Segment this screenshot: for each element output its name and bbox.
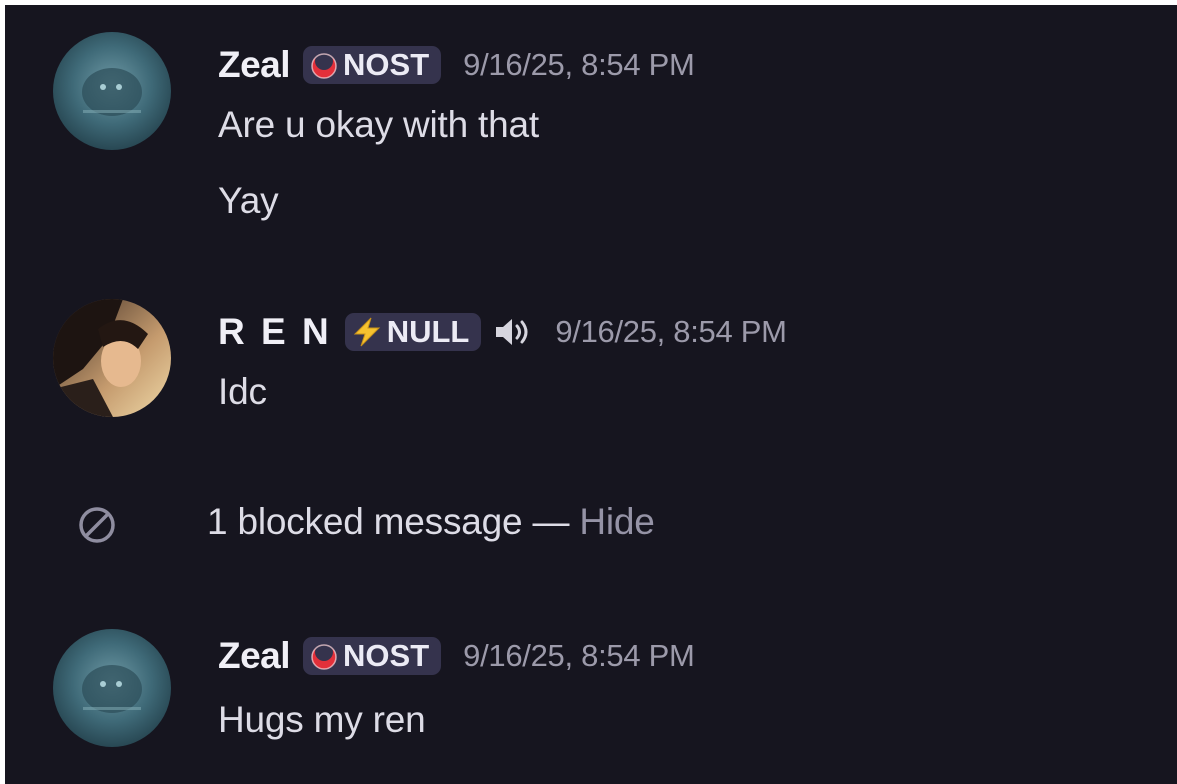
message-text: Hugs my ren: [218, 699, 426, 740]
username[interactable]: R E N: [218, 311, 332, 353]
clan-tag[interactable]: NOST: [303, 46, 442, 84]
message-text: Are u okay with that: [218, 104, 539, 145]
username[interactable]: Zeal: [218, 44, 291, 86]
hide-blocked-link[interactable]: Hide: [579, 501, 654, 542]
red-moon-emblem-icon: [309, 50, 339, 80]
timestamp: 9/16/25, 8:54 PM: [463, 638, 695, 673]
message-header: R E N NULL 9/16/25, 8:54 PM: [218, 307, 787, 357]
message-header: Zeal NOST 9/16/25, 8:54 PM: [218, 40, 695, 90]
red-moon-emblem-icon: [309, 641, 339, 671]
clan-tag-label: NULL: [386, 314, 470, 349]
timestamp: 9/16/25, 8:54 PM: [555, 314, 787, 349]
message-text: Idc: [218, 371, 267, 412]
message-header: Zeal NOST 9/16/25, 8:54 PM: [218, 631, 695, 681]
chat-message-list: Zeal NOST 9/16/25, 8:54 PM Are u okay wi…: [5, 5, 1177, 784]
blocked-icon: [77, 505, 117, 550]
lightning-bolt-icon: [351, 317, 383, 347]
clan-tag-label: NOST: [343, 638, 430, 673]
clan-tag[interactable]: NOST: [303, 637, 442, 675]
clan-tag-label: NOST: [343, 47, 430, 82]
username[interactable]: Zeal: [218, 635, 291, 677]
avatar[interactable]: [53, 629, 171, 747]
blocked-message-notice: 1 blocked message — Hide: [5, 483, 1177, 563]
message-text: Yay: [218, 180, 279, 221]
blocked-message-text: 1 blocked message — Hide: [207, 501, 655, 543]
clan-tag[interactable]: NULL: [344, 313, 482, 351]
avatar[interactable]: [53, 32, 171, 150]
timestamp: 9/16/25, 8:54 PM: [463, 47, 695, 82]
blocked-count-label: 1 blocked message —: [207, 501, 580, 542]
avatar[interactable]: [53, 299, 171, 417]
speaker-icon: [493, 316, 533, 348]
